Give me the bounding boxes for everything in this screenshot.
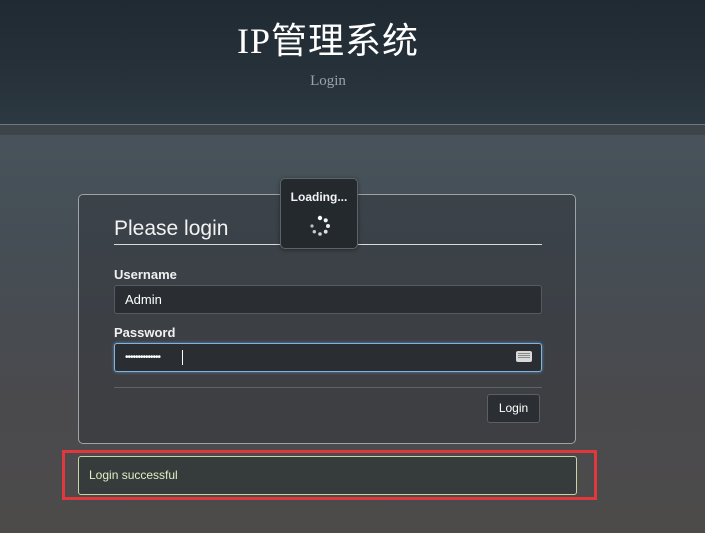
username-input[interactable]: Admin (114, 285, 542, 314)
username-label: Username (114, 267, 177, 282)
spinner-icon (310, 215, 330, 236)
page-subtitle: Login (310, 73, 346, 89)
header-divider (0, 125, 705, 135)
password-value: •••••••••••••• (125, 352, 161, 363)
form-divider (114, 387, 542, 388)
loading-text: Loading... (290, 190, 348, 204)
app-title: IP管理系统 (236, 21, 419, 61)
login-button[interactable]: Login (487, 394, 540, 423)
keyboard-icon[interactable] (516, 351, 532, 362)
highlight-frame (62, 450, 597, 500)
password-label: Password (114, 325, 176, 340)
page-header: IP管理系统 Login (0, 0, 705, 125)
password-input[interactable]: •••••••••••••• (114, 343, 542, 372)
loading-overlay: Loading... (280, 178, 358, 249)
text-caret (182, 350, 183, 365)
